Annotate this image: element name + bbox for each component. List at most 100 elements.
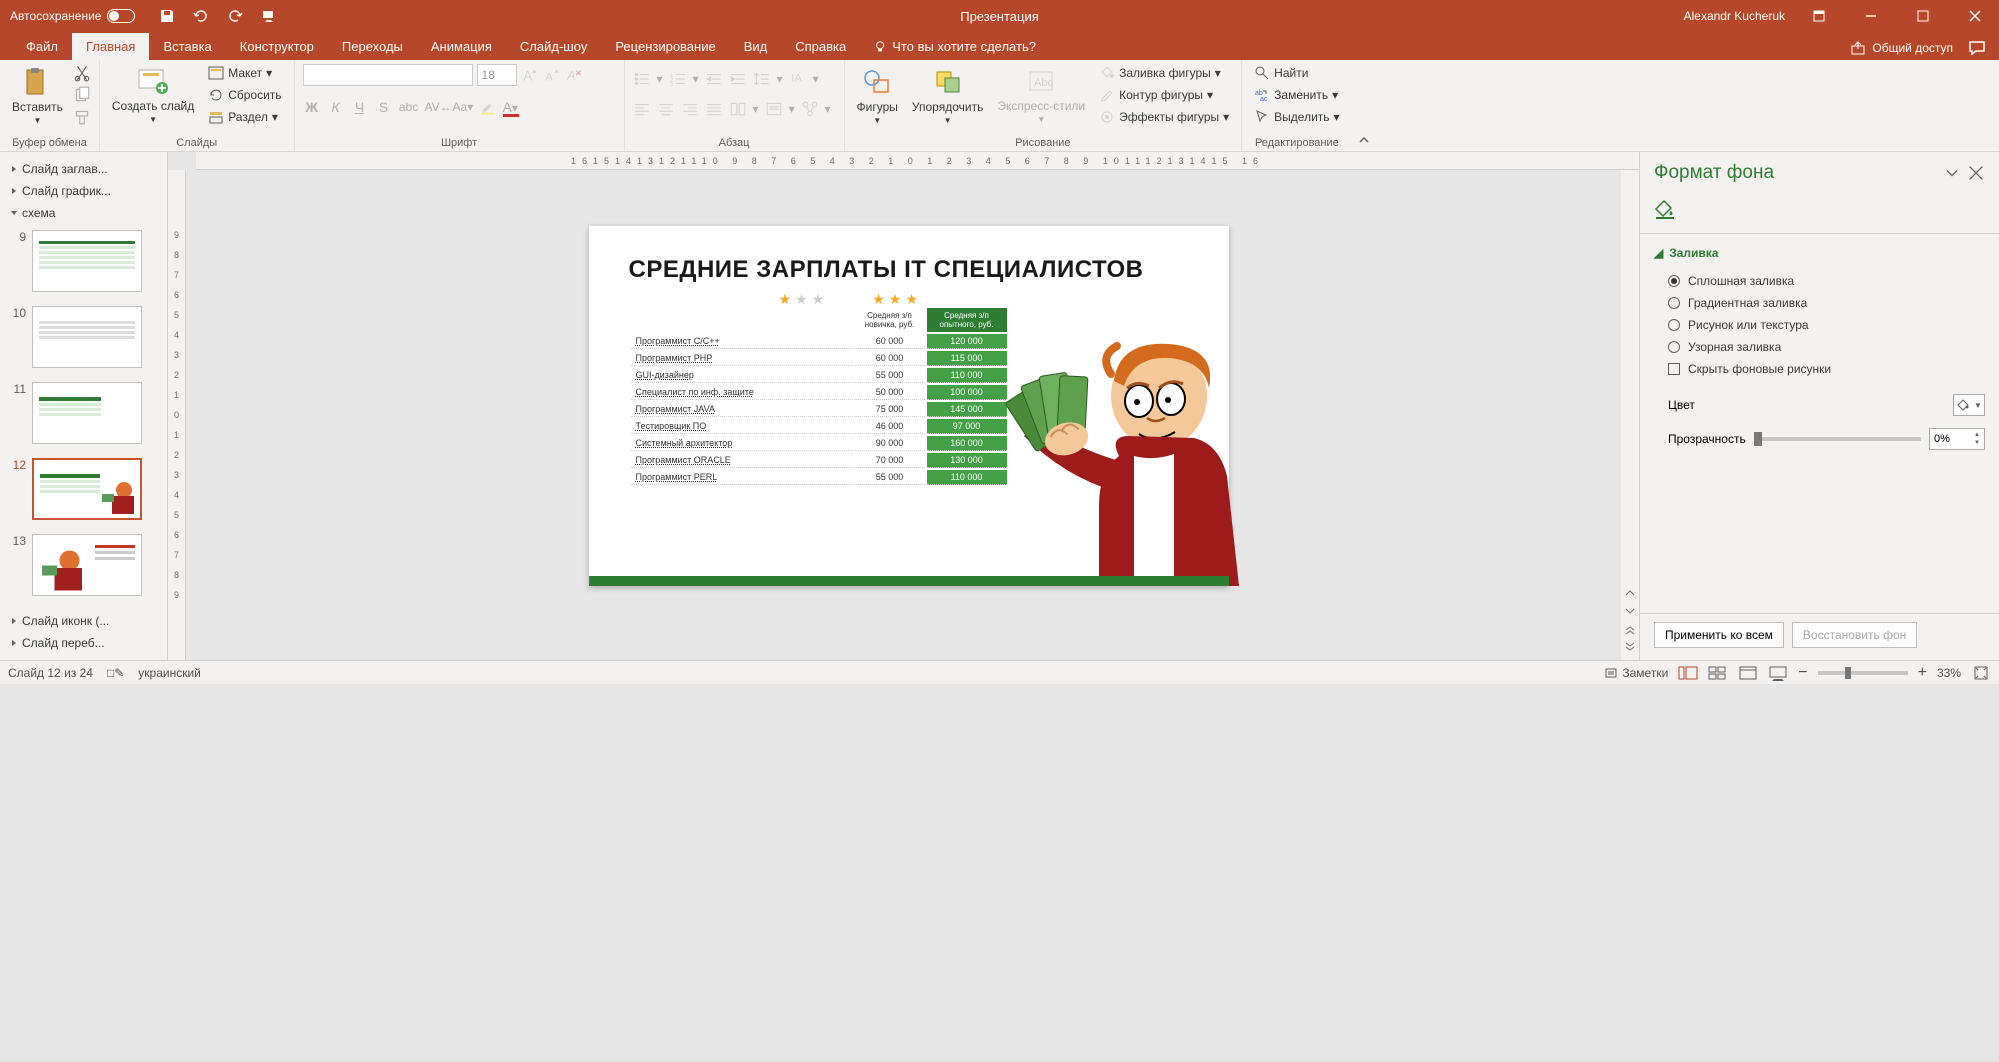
section-collapsed-2[interactable]: Слайд график... [8, 180, 163, 202]
vertical-scrollbar[interactable] [1621, 170, 1639, 660]
section-collapsed-4[interactable]: Слайд иконк (... [8, 610, 163, 632]
minimize-button[interactable] [1853, 0, 1889, 32]
align-right-icon[interactable] [681, 100, 699, 118]
pane-options-icon[interactable] [1943, 164, 1961, 182]
share-button[interactable]: Общий доступ [1842, 36, 1961, 60]
slideshow-view-icon[interactable] [1768, 665, 1788, 681]
radio-pattern-fill[interactable]: Узорная заливка [1654, 336, 1985, 358]
decrease-indent-icon[interactable] [705, 70, 723, 88]
vertical-ruler[interactable]: 9876543210123456789 [168, 170, 186, 660]
language-indicator[interactable]: украинский [138, 666, 201, 680]
collapse-ribbon-button[interactable] [1352, 60, 1376, 151]
strike-button[interactable]: S [375, 99, 393, 115]
shape-effects-button[interactable]: Эффекты фигуры ▾ [1095, 108, 1233, 126]
notes-button[interactable]: Заметки [1604, 666, 1668, 680]
apply-to-all-button[interactable]: Применить ко всем [1654, 622, 1784, 648]
thumb-9[interactable]: 9 [8, 230, 163, 292]
text-direction-icon[interactable]: ІА [789, 70, 807, 88]
font-color-button[interactable]: A▾ [503, 99, 525, 115]
reading-view-icon[interactable] [1738, 665, 1758, 681]
fill-bucket-icon[interactable] [1654, 198, 1676, 220]
tab-insert[interactable]: Вставка [149, 33, 225, 60]
thumb-11[interactable]: 11 [8, 382, 163, 444]
slide-thumbnails-panel[interactable]: Слайд заглав... Слайд график... схема 9 … [0, 152, 168, 660]
font-family-combo[interactable] [303, 64, 473, 86]
arrange-button[interactable]: Упорядочить▼ [908, 64, 987, 127]
shape-fill-button[interactable]: Заливка фигуры ▾ [1095, 64, 1233, 82]
section-button[interactable]: Раздел ▾ [204, 108, 285, 126]
prev-slide-icon[interactable] [1623, 622, 1637, 636]
align-left-icon[interactable] [633, 100, 651, 118]
horizontal-ruler[interactable]: 16151413121110 9 8 7 6 5 4 3 2 1 0 1 2 3… [196, 152, 1639, 170]
slide-title-text[interactable]: СРЕДНИЕ ЗАРПЛАТЫ IT СПЕЦИАЛИСТОВ [629, 256, 1144, 284]
zoom-out-button[interactable]: − [1798, 664, 1807, 682]
fit-to-window-icon[interactable] [1971, 665, 1991, 681]
save-icon[interactable] [159, 8, 175, 24]
align-center-icon[interactable] [657, 100, 675, 118]
zoom-level[interactable]: 33% [1937, 666, 1961, 680]
radio-picture-fill[interactable]: Рисунок или текстура [1654, 314, 1985, 336]
tab-transitions[interactable]: Переходы [328, 33, 417, 60]
radio-gradient-fill[interactable]: Градиентная заливка [1654, 292, 1985, 314]
scroll-up-icon[interactable] [1623, 586, 1637, 600]
new-slide-button[interactable]: Создать слайд ▼ [108, 64, 198, 126]
normal-view-icon[interactable] [1678, 665, 1698, 681]
section-collapsed-1[interactable]: Слайд заглав... [8, 158, 163, 180]
line-spacing-icon[interactable] [753, 70, 771, 88]
tab-design[interactable]: Конструктор [226, 33, 328, 60]
comments-icon[interactable] [1967, 38, 1987, 58]
copy-icon[interactable] [73, 86, 91, 104]
salary-table[interactable]: Средняя з/п новичка, руб.Средняя з/п опы… [629, 306, 1009, 487]
spellcheck-icon[interactable]: □✎ [107, 666, 124, 680]
tab-review[interactable]: Рецензирование [601, 33, 729, 60]
tab-animations[interactable]: Анимация [417, 33, 506, 60]
slide-counter[interactable]: Слайд 12 из 24 [8, 666, 93, 680]
slide-editor-area[interactable]: 16151413121110 9 8 7 6 5 4 3 2 1 0 1 2 3… [168, 152, 1639, 660]
thumb-10[interactable]: 10 [8, 306, 163, 368]
char-spacing-button[interactable]: AV↔ [425, 100, 447, 114]
close-button[interactable] [1957, 0, 1993, 32]
shapes-button[interactable]: Фигуры▼ [853, 64, 902, 127]
change-case-button[interactable]: Aa▾ [453, 100, 473, 114]
increase-indent-icon[interactable] [729, 70, 747, 88]
format-painter-icon[interactable] [73, 108, 91, 126]
font-size-combo[interactable]: 18 [477, 64, 517, 86]
align-text-icon[interactable] [765, 100, 783, 118]
numbering-icon[interactable]: 123 [669, 70, 687, 88]
sorter-view-icon[interactable] [1708, 665, 1728, 681]
undo-icon[interactable] [193, 8, 209, 24]
layout-button[interactable]: Макет ▾ [204, 64, 285, 82]
decrease-font-icon[interactable]: A [543, 66, 561, 84]
replace-button[interactable]: abacЗаменить ▾ [1250, 86, 1343, 104]
italic-button[interactable]: К [327, 99, 345, 115]
justify-icon[interactable] [705, 100, 723, 118]
scroll-down-icon[interactable] [1623, 604, 1637, 618]
zoom-slider[interactable] [1818, 671, 1908, 675]
paste-button[interactable]: Вставить ▼ [8, 64, 67, 127]
select-button[interactable]: Выделить ▾ [1250, 108, 1343, 126]
ribbon-display-options[interactable] [1801, 0, 1837, 32]
tab-file[interactable]: Файл [12, 33, 72, 60]
tab-slideshow[interactable]: Слайд-шоу [506, 33, 601, 60]
redo-icon[interactable] [227, 8, 243, 24]
bold-button[interactable]: Ж [303, 99, 321, 115]
slide-canvas[interactable]: СРЕДНИЕ ЗАРПЛАТЫ IT СПЕЦИАЛИСТОВ ★★★ ★★★… [589, 226, 1229, 586]
underline-button[interactable]: Ч [351, 99, 369, 115]
thumb-12[interactable]: 12 [8, 458, 163, 520]
quick-styles-button[interactable]: Abc Экспресс-стили▼ [993, 64, 1089, 126]
color-picker-button[interactable] [1953, 394, 1985, 416]
transparency-spinner[interactable]: 0%▲▼ [1929, 428, 1985, 450]
checkbox-hide-bg[interactable]: Скрыть фоновые рисунки [1654, 358, 1985, 380]
pane-close-icon[interactable] [1967, 164, 1985, 182]
columns-icon[interactable] [729, 100, 747, 118]
next-slide-icon[interactable] [1623, 640, 1637, 654]
maximize-button[interactable] [1905, 0, 1941, 32]
section-expanded[interactable]: схема [8, 202, 163, 224]
thumb-13[interactable]: 13 [8, 534, 163, 596]
start-from-beginning-icon[interactable] [261, 8, 277, 24]
find-button[interactable]: Найти [1250, 64, 1343, 82]
shadow-button[interactable]: abc [399, 100, 419, 114]
zoom-in-button[interactable]: + [1918, 664, 1927, 682]
toggle-switch[interactable] [107, 9, 135, 23]
bullets-icon[interactable] [633, 70, 651, 88]
